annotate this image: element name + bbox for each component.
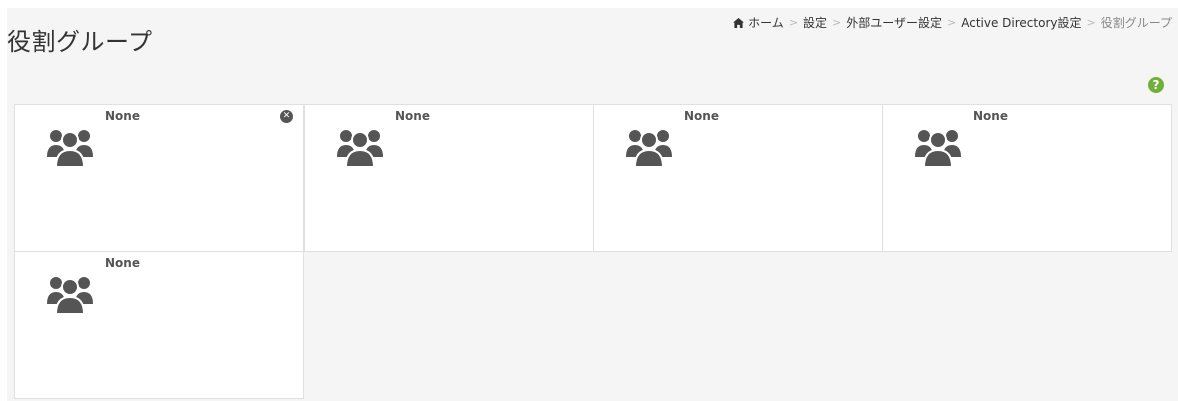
breadcrumb-external-user-settings[interactable]: 外部ユーザー設定 [846, 14, 942, 31]
home-icon[interactable] [733, 17, 745, 28]
role-group-card[interactable]: None [304, 104, 594, 252]
breadcrumb-settings[interactable]: 設定 [803, 14, 827, 31]
user-group-icon [47, 130, 93, 168]
user-group-icon [626, 130, 672, 168]
breadcrumb-active-directory-settings[interactable]: Active Directory設定 [961, 14, 1081, 31]
role-group-card[interactable]: None [882, 104, 1172, 252]
breadcrumb-separator: > [832, 16, 842, 29]
breadcrumb: ホーム > 設定 > 外部ユーザー設定 > Active Directory設定… [733, 14, 1172, 31]
card-label: None [105, 109, 140, 123]
help-icon[interactable]: ? [1148, 77, 1164, 93]
role-group-card[interactable]: None [593, 104, 883, 252]
card-label: None [684, 109, 719, 123]
breadcrumb-separator: > [1086, 16, 1096, 29]
page: 役割グループ ホーム > 設定 > 外部ユーザー設定 > Active Dire… [0, 0, 1178, 401]
breadcrumb-home[interactable]: ホーム [748, 14, 784, 31]
card-label: None [973, 109, 1008, 123]
breadcrumb-current: 役割グループ [1100, 16, 1172, 30]
page-title: 役割グループ [7, 28, 153, 56]
remove-icon[interactable]: ✕ [280, 110, 293, 123]
user-group-icon [47, 277, 93, 315]
card-label: None [395, 109, 430, 123]
role-group-card[interactable]: None [14, 251, 304, 399]
breadcrumb-separator: > [788, 16, 799, 29]
role-group-card[interactable]: None ✕ [14, 104, 304, 252]
user-group-icon [915, 130, 961, 168]
user-group-icon [337, 130, 383, 168]
card-label: None [105, 256, 140, 270]
breadcrumb-separator: > [947, 16, 957, 29]
